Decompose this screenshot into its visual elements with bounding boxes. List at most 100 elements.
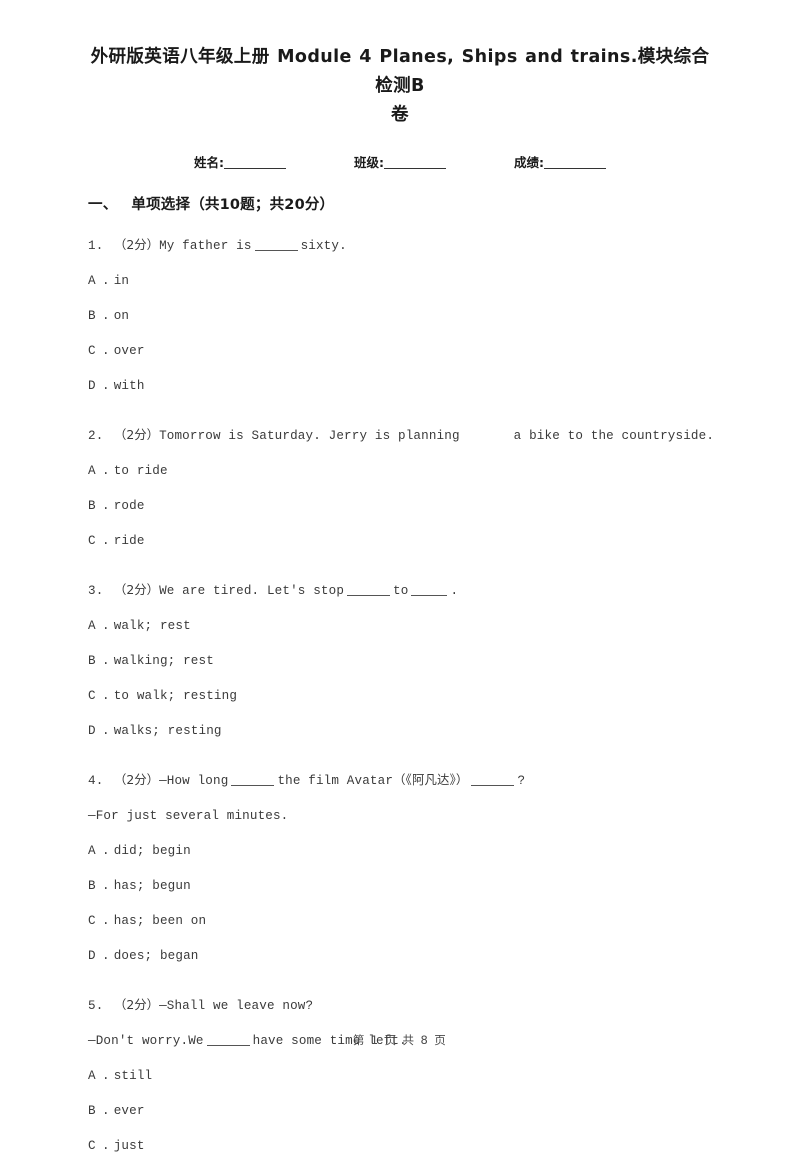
question-2-option-a[interactable]: A. to ride	[88, 454, 712, 489]
option-dot: .	[102, 499, 110, 513]
option-dot: .	[102, 914, 110, 928]
option-letter: B	[88, 879, 96, 893]
option-letter: A	[88, 1069, 96, 1083]
section-title: 单项选择（共10题；共20分）	[131, 197, 335, 213]
option-dot: .	[102, 1104, 110, 1118]
question-2-score: （2分）	[114, 427, 160, 442]
option-text: ride	[113, 534, 145, 548]
question-3: 3. （2分）We are tired. Let's stop to. A. walk…	[88, 572, 712, 749]
option-letter: D	[88, 949, 96, 963]
option-letter: C	[88, 1139, 96, 1153]
name-label: 姓名:	[194, 155, 224, 170]
option-dot: .	[102, 879, 110, 893]
option-dot: .	[102, 344, 110, 358]
option-dot: .	[102, 464, 110, 478]
question-1-number: 1.	[88, 239, 104, 253]
question-5-option-a[interactable]: A. still	[88, 1059, 712, 1094]
option-text: did; begin	[113, 844, 191, 858]
option-text: to ride	[113, 464, 168, 478]
class-label: 班级:	[354, 155, 384, 170]
option-letter: B	[88, 499, 96, 513]
option-dot: .	[102, 1069, 110, 1083]
question-3-blank-1[interactable]	[347, 584, 391, 596]
question-2-option-b[interactable]: B. rode	[88, 489, 712, 524]
question-1-stem: 1. （2分）My father is sixty.	[88, 227, 712, 264]
option-dot: .	[102, 844, 110, 858]
option-text: to walk; resting	[113, 689, 238, 703]
question-2-stem-before: Tomorrow is Saturday. Jerry is planning	[159, 429, 460, 443]
question-4-option-d[interactable]: D. does; began	[88, 939, 712, 974]
question-3-blank-2[interactable]	[411, 584, 448, 596]
option-letter: D	[88, 379, 96, 393]
title-line-1: 外研版英语八年级上册 Module 4 Planes, Ships and tr…	[90, 47, 710, 96]
option-dot: .	[102, 274, 110, 288]
option-dot: .	[102, 619, 110, 633]
question-1-blank[interactable]	[254, 239, 298, 251]
question-3-option-d[interactable]: D. walks; resting	[88, 714, 712, 749]
question-2-option-c[interactable]: C. ride	[88, 524, 712, 559]
question-4-stem-after: ?	[517, 774, 526, 788]
option-dot: .	[102, 309, 110, 323]
option-text: walk; rest	[113, 619, 191, 633]
option-text: rode	[113, 499, 145, 513]
question-1-stem-before: My father is	[159, 239, 252, 253]
option-letter: A	[88, 844, 96, 858]
question-5-option-b[interactable]: B. ever	[88, 1094, 712, 1129]
name-input-blank[interactable]	[224, 156, 286, 169]
question-1-option-a[interactable]: A. in	[88, 264, 712, 299]
question-4-option-a[interactable]: A. did; begin	[88, 834, 712, 869]
question-2-stem: 2. （2分）Tomorrow is Saturday. Jerry is pla…	[88, 417, 714, 454]
question-4-stem-before: —How long	[159, 774, 229, 788]
option-text: on	[113, 309, 130, 323]
option-dot: .	[102, 654, 110, 668]
question-3-option-c[interactable]: C. to walk; resting	[88, 679, 712, 714]
score-label: 成绩:	[514, 155, 544, 170]
question-4-stem: 4. （2分）—How long the film Avatar（《阿凡达》）?	[88, 762, 712, 799]
score-field: 成绩:	[514, 152, 606, 171]
option-text: just	[113, 1139, 145, 1153]
option-letter: A	[88, 619, 96, 633]
question-1-option-b[interactable]: B. on	[88, 299, 712, 334]
page-content: 外研版英语八年级上册 Module 4 Planes, Ships and tr…	[88, 0, 714, 1164]
question-4-score: （2分）	[114, 772, 160, 787]
question-4-stem-chinese: （《阿凡达》）	[393, 772, 469, 787]
option-letter: A	[88, 274, 96, 288]
page-title: 外研版英语八年级上册 Module 4 Planes, Ships and tr…	[88, 0, 712, 130]
option-text: has; begun	[113, 879, 191, 893]
option-text: over	[113, 344, 145, 358]
question-4-blank-1[interactable]	[231, 774, 275, 786]
option-text: has; been on	[113, 914, 207, 928]
option-dot: .	[102, 689, 110, 703]
option-letter: C	[88, 534, 96, 548]
option-letter: A	[88, 464, 96, 478]
question-3-stem: 3. （2分）We are tired. Let's stop to.	[88, 572, 712, 609]
question-4: 4. （2分）—How long the film Avatar（《阿凡达》）? —…	[88, 762, 712, 974]
section-index: 一、	[88, 197, 118, 213]
score-input-blank[interactable]	[544, 156, 606, 169]
option-text: ever	[113, 1104, 145, 1118]
question-5: 5. （2分）—Shall we leave now? —Don't worry.…	[88, 987, 712, 1164]
question-4-option-c[interactable]: C. has; been on	[88, 904, 712, 939]
option-text: in	[113, 274, 130, 288]
question-3-score: （2分）	[114, 582, 160, 597]
question-3-stem-after: .	[450, 584, 459, 598]
class-input-blank[interactable]	[384, 156, 446, 169]
section-heading-multiple-choice: 一、 单项选择（共10题；共20分）	[88, 193, 712, 214]
question-3-option-b[interactable]: B. walking; rest	[88, 644, 712, 679]
question-4-blank-2[interactable]	[471, 774, 515, 786]
question-1-option-c[interactable]: C. over	[88, 334, 712, 369]
option-letter: C	[88, 689, 96, 703]
question-5-stem-before: —Shall we leave now?	[159, 999, 314, 1013]
question-5-option-c[interactable]: C. just	[88, 1129, 712, 1164]
option-dot: .	[102, 1139, 110, 1153]
question-1-option-d[interactable]: D. with	[88, 369, 712, 404]
question-4-option-b[interactable]: B. has; begun	[88, 869, 712, 904]
option-text: walking; rest	[113, 654, 214, 668]
option-letter: D	[88, 724, 96, 738]
option-text: does; began	[113, 949, 199, 963]
title-line-2: 卷	[391, 105, 409, 125]
question-3-stem-before: We are tired. Let's stop	[159, 584, 345, 598]
class-field: 班级:	[354, 152, 446, 171]
option-letter: C	[88, 344, 96, 358]
question-3-option-a[interactable]: A. walk; rest	[88, 609, 712, 644]
